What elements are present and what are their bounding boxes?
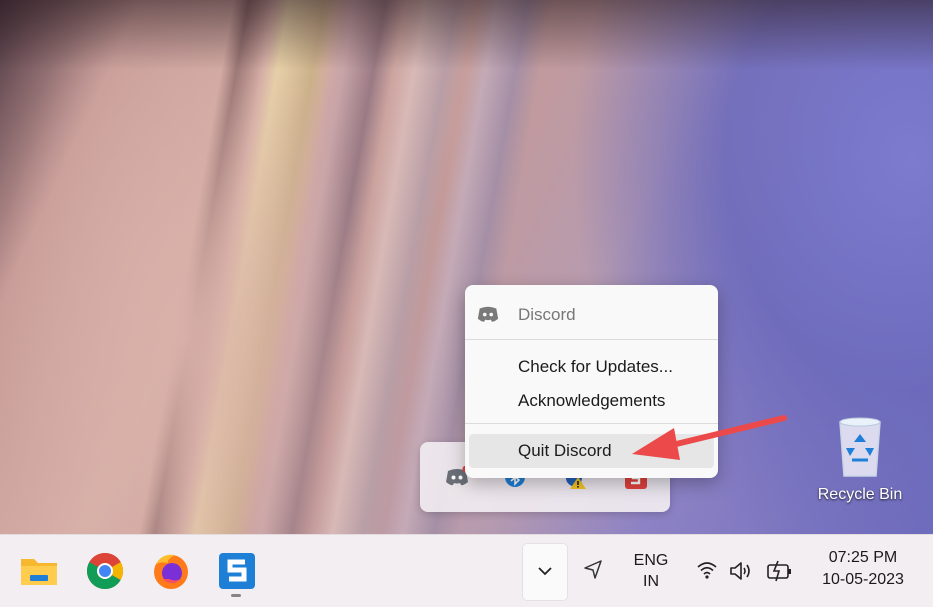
show-hidden-icons-button[interactable]: [522, 543, 568, 601]
language-indicator[interactable]: ENG IN: [630, 550, 672, 592]
clock-time: 07:25 PM: [828, 549, 898, 566]
check-updates-menu-item[interactable]: Check for Updates...: [465, 350, 718, 384]
quit-discord-label: Quit Discord: [518, 441, 612, 460]
recycle-bin[interactable]: Recycle Bin: [812, 412, 908, 516]
check-updates-label: Check for Updates...: [518, 357, 673, 376]
language-code: ENG: [633, 552, 669, 569]
location-icon[interactable]: [582, 558, 604, 580]
recycle-bin-label: Recycle Bin: [817, 486, 903, 503]
clock-date: 10-05-2023: [822, 571, 904, 588]
chrome-icon[interactable]: [85, 551, 125, 591]
chevron-down-icon: [538, 567, 552, 576]
menu-divider: [465, 339, 718, 340]
firefox-icon[interactable]: [151, 551, 191, 591]
menu-app-title: Discord: [518, 305, 576, 324]
battery-charging-icon[interactable]: [766, 560, 794, 582]
active-app-indicator: [231, 594, 241, 597]
wifi-icon[interactable]: [696, 560, 718, 580]
recycle-bin-icon: [839, 417, 881, 477]
wallpaper-shadow: [0, 0, 933, 70]
region-code: IN: [643, 573, 659, 590]
annotation-arrow: [632, 415, 787, 460]
file-explorer-icon[interactable]: [19, 551, 59, 591]
snagit-icon[interactable]: [217, 551, 257, 591]
discord-icon: [477, 306, 499, 322]
volume-icon[interactable]: [729, 560, 755, 582]
system-clock[interactable]: 07:25 PM 10-05-2023: [808, 547, 918, 591]
menu-header: Discord: [465, 285, 718, 339]
taskbar: ENG IN 07:25 PM 10-05-2023: [0, 534, 933, 607]
